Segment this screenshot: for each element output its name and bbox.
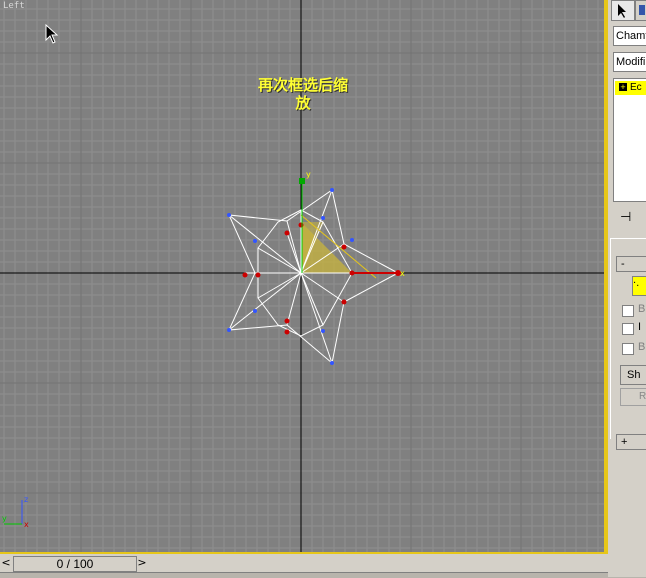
checkbox-1[interactable] (622, 305, 634, 317)
annotation-line-1: 再次框选后缩 (257, 76, 348, 94)
next-frame-button[interactable]: > (137, 556, 147, 570)
axis-y-label: y (2, 514, 7, 523)
vertex-selected[interactable] (349, 270, 355, 276)
prev-frame-button[interactable]: < (1, 556, 11, 570)
vertex[interactable] (253, 309, 257, 313)
vertex[interactable] (253, 239, 257, 243)
axis-tripod-icon: z y x (2, 495, 29, 529)
tab-modify[interactable] (635, 0, 646, 21)
checkbox-3[interactable] (622, 343, 634, 355)
vertex-selected[interactable] (298, 222, 304, 228)
annotation-text: 再次框选后缩 放 (237, 76, 369, 112)
vertex-selected[interactable] (284, 329, 290, 335)
vertex[interactable] (321, 329, 325, 333)
vertex[interactable] (330, 188, 334, 192)
checkbox-2-label: I (638, 321, 642, 333)
modifier-stack[interactable]: + Ec (613, 78, 646, 202)
axis-z-label: z (24, 495, 28, 504)
left-viewport[interactable]: y x Left 再次框选后缩 放 z y x (0, 0, 604, 552)
pin-stack-icon[interactable]: ⊣ (620, 210, 631, 225)
expand-icon[interactable]: + (619, 83, 627, 92)
mouse-pointer-icon (45, 24, 59, 44)
subobject-vertex-button[interactable]: ·. (632, 276, 646, 296)
tab-create[interactable] (611, 0, 635, 21)
modifier-list-dropdown[interactable]: Modifi (613, 52, 646, 72)
vertex-selected[interactable] (341, 244, 347, 250)
vertex[interactable] (330, 361, 334, 365)
arrow-icon (618, 4, 626, 18)
track-bar[interactable] (0, 572, 646, 578)
time-bar: < 0 / 100 > (0, 554, 608, 572)
axis-x-label: x (24, 520, 29, 529)
rollout-collapse-button[interactable]: - (616, 256, 646, 272)
stack-item-editable[interactable]: + Ec (615, 81, 646, 95)
rollout-expand-button[interactable]: + (616, 434, 646, 450)
checkbox-3-label: B (638, 341, 646, 353)
vertex-selected[interactable] (242, 272, 248, 278)
time-slider[interactable]: 0 / 100 (13, 556, 137, 572)
object-name-field[interactable]: Chamf (613, 26, 646, 46)
gizmo-x-label: x (400, 269, 405, 278)
command-panel: Chamf Modifi + Ec ⊣ - ·. B I B Sh R + (608, 0, 646, 577)
checkbox-1-label: B (638, 303, 646, 315)
vertex[interactable] (227, 328, 231, 332)
show-button[interactable]: Sh (620, 365, 646, 385)
viewport-label[interactable]: Left (3, 1, 25, 11)
vertex[interactable] (227, 213, 231, 217)
vertex[interactable] (321, 216, 325, 220)
gizmo-y-label: y (306, 170, 311, 179)
vertex[interactable] (350, 238, 354, 242)
modify-icon (639, 5, 645, 15)
r-button[interactable]: R (620, 388, 646, 406)
vertex-selected[interactable] (284, 318, 290, 324)
vertex-selected[interactable] (255, 272, 261, 278)
vertex-selected[interactable] (284, 230, 290, 236)
stack-item-label: Ec (630, 82, 642, 93)
vertex-selected[interactable] (341, 299, 347, 305)
checkbox-2[interactable] (622, 323, 634, 335)
annotation-line-2: 放 (295, 94, 311, 112)
star-mesh[interactable] (228, 189, 400, 364)
